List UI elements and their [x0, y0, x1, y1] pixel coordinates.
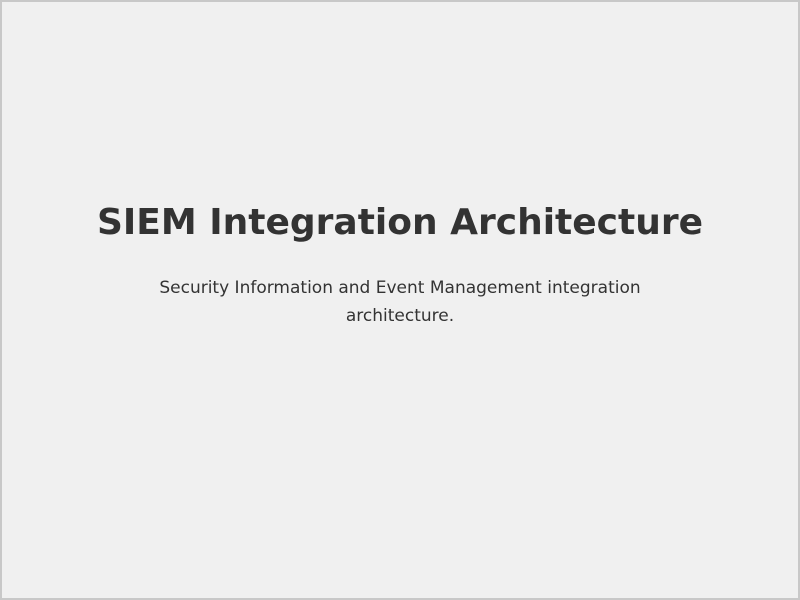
page-description: Security Information and Event Managemen… [159, 278, 641, 326]
placeholder-panel: SIEM Integration Architecture Security I… [0, 0, 800, 600]
page-title: SIEM Integration Architecture [96, 202, 704, 243]
